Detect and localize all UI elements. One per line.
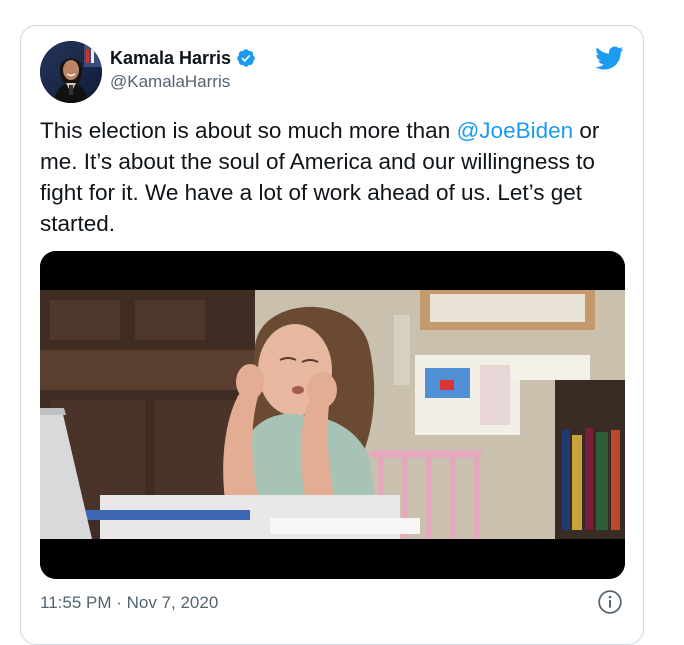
- tweet-card[interactable]: Kamala Harris @KamalaHarris This electio…: [20, 25, 644, 645]
- verified-badge-icon: [237, 49, 255, 67]
- author-display-name[interactable]: Kamala Harris: [110, 47, 231, 69]
- mention-link-joebiden[interactable]: @JoeBiden: [456, 118, 573, 143]
- video-player[interactable]: [40, 251, 625, 579]
- tweet-timestamp[interactable]: 11:55 PM · Nov 7, 2020: [40, 592, 218, 614]
- author-handle[interactable]: @KamalaHarris: [110, 71, 256, 93]
- tweet-text: This election is about so much more than…: [40, 115, 640, 239]
- tweet-text-part-1: This election is about so much more than: [40, 118, 457, 143]
- avatar[interactable]: [40, 41, 102, 103]
- profile-photo-icon: [40, 41, 102, 103]
- author-info[interactable]: Kamala Harris @KamalaHarris: [110, 47, 256, 93]
- twitter-bird-icon[interactable]: [594, 43, 624, 73]
- video-still-girl-at-desk-icon: [40, 251, 625, 579]
- info-icon[interactable]: [597, 589, 623, 615]
